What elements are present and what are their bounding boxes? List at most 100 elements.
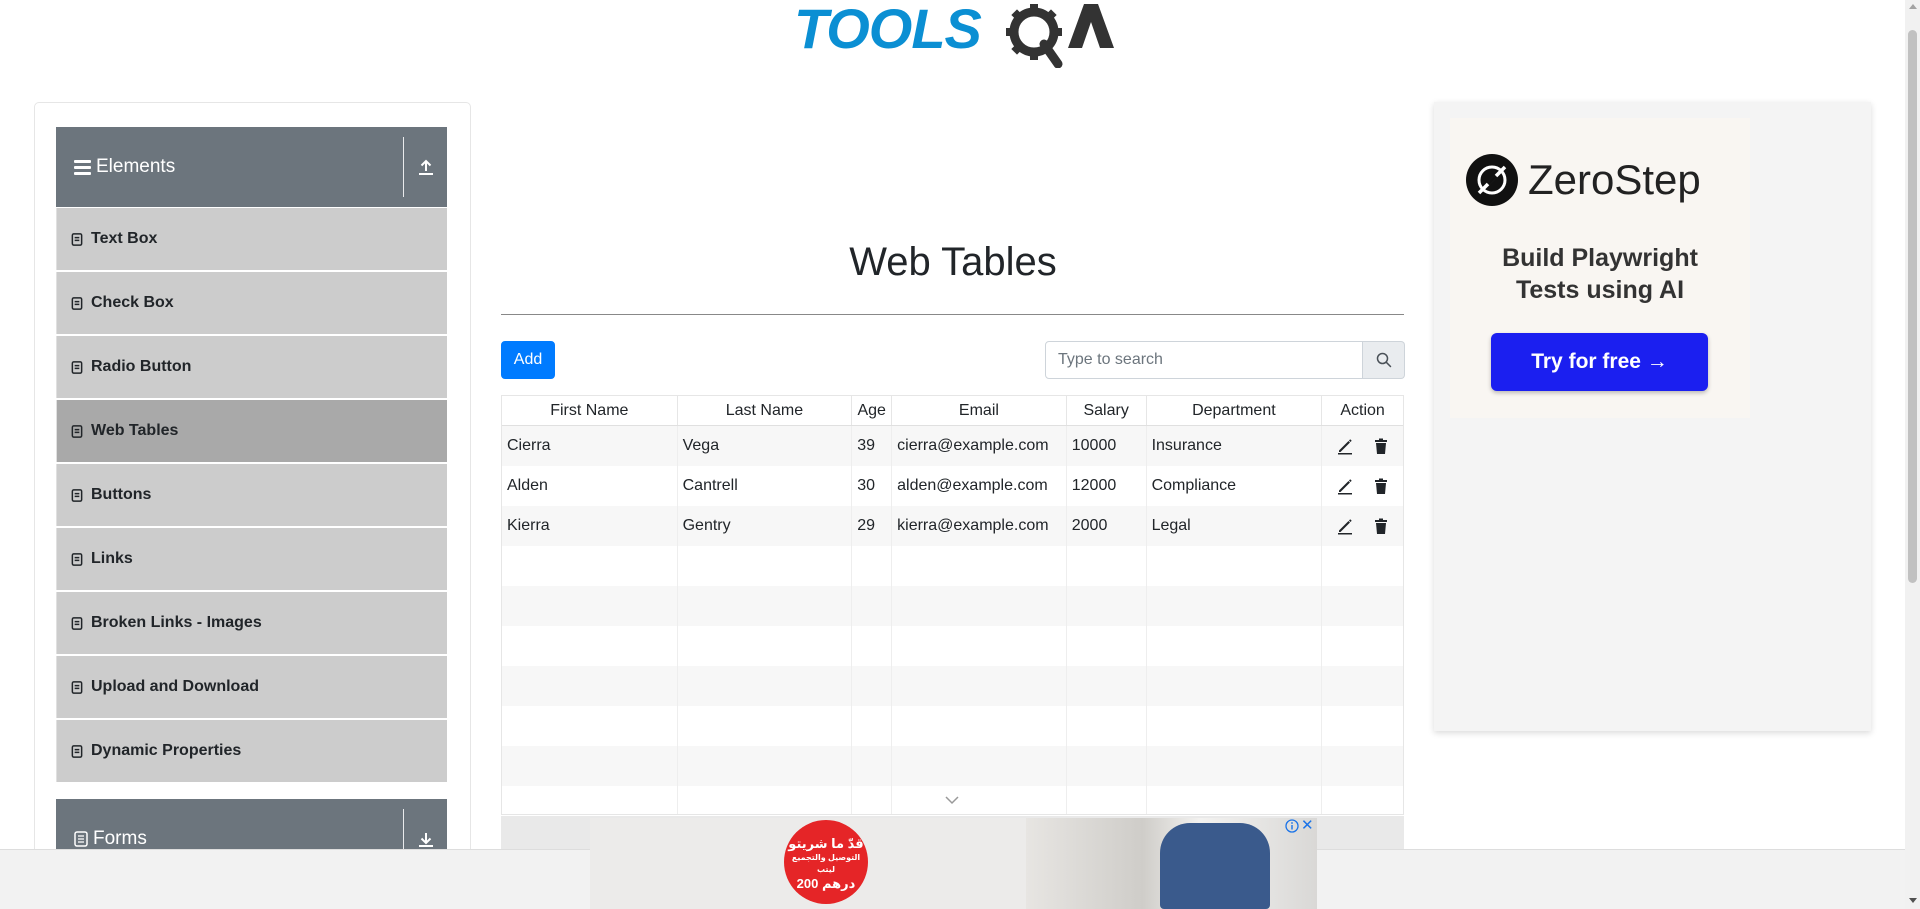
zerostep-logo-icon — [1466, 154, 1518, 206]
search-input[interactable] — [1045, 341, 1363, 379]
menu-item-label: Links — [91, 550, 133, 567]
ad-tagline-line: Build Playwright — [1502, 244, 1698, 272]
table-row: Kierra Gentry 29 kierra@example.com 2000… — [502, 506, 1403, 546]
cell-email: kierra@example.com — [892, 506, 1067, 546]
menu-item-text-box[interactable]: Text Box — [56, 208, 447, 270]
table-header: First Name Last Name Age Email Salary De… — [502, 396, 1403, 426]
menu-item-label: Dynamic Properties — [91, 742, 242, 759]
empty-row — [502, 706, 1403, 746]
empty-row — [502, 586, 1403, 626]
column-header[interactable]: Last Name — [678, 396, 853, 425]
menu-item-upload-download[interactable]: Upload and Download — [56, 656, 447, 718]
web-table: First Name Last Name Age Email Salary De… — [501, 395, 1404, 815]
scroll-down-arrow-icon[interactable] — [1909, 898, 1917, 903]
column-header: Action — [1340, 401, 1385, 419]
empty-row — [502, 746, 1403, 786]
column-header[interactable]: Email — [892, 396, 1067, 425]
zerostep-ad[interactable]: ZeroStep Build Playwright Tests using AI… — [1450, 118, 1750, 418]
menu-item-label: Broken Links - Images — [91, 614, 262, 631]
hamburger-icon — [74, 159, 91, 175]
scrollbar-thumb[interactable] — [1908, 30, 1917, 583]
page-scrollbar[interactable] — [1905, 0, 1920, 909]
close-icon[interactable]: ✕ — [1301, 818, 1315, 834]
left-panel: Elements Text Box Check Box Radio Button… — [34, 102, 471, 862]
trash-icon[interactable] — [1372, 437, 1390, 455]
document-icon — [74, 831, 88, 847]
cell-email: cierra@example.com — [892, 426, 1067, 466]
list-icon — [71, 360, 83, 374]
list-icon — [71, 680, 83, 694]
menu-item-links[interactable]: Links — [56, 528, 447, 590]
cell-department: Legal — [1147, 506, 1323, 546]
menu-item-web-tables[interactable]: Web Tables — [56, 400, 447, 462]
cell-action — [1322, 506, 1403, 546]
try-for-free-button[interactable]: Try for free → — [1491, 333, 1708, 391]
advertisement-right[interactable]: ZeroStep Build Playwright Tests using AI… — [1434, 102, 1871, 731]
ad-tagline-line: Tests using AI — [1515, 276, 1685, 304]
empty-row — [502, 626, 1403, 666]
group-header-elements[interactable]: Elements — [56, 127, 447, 207]
page-title: Web Tables — [849, 240, 1057, 284]
table-body: Cierra Vega 39 cierra@example.com 10000 … — [502, 426, 1403, 814]
cell-last-name: Cantrell — [678, 466, 853, 506]
ad-worker-image — [1160, 823, 1270, 909]
search-icon — [1376, 352, 1391, 368]
group-title: Forms — [93, 828, 147, 849]
cell-age: 29 — [852, 506, 893, 546]
list-icon — [71, 232, 83, 246]
menu-item-label: Web Tables — [91, 422, 179, 439]
pencil-icon[interactable] — [1336, 517, 1354, 535]
menu-item-label: Text Box — [91, 230, 158, 247]
ad-brand: ZeroStep — [1528, 156, 1701, 203]
search-button[interactable] — [1363, 341, 1405, 379]
menu-item-buttons[interactable]: Buttons — [56, 464, 447, 526]
scroll-up-arrow-icon[interactable] — [1909, 4, 1917, 9]
download-icon[interactable] — [414, 827, 438, 851]
cell-salary: 10000 — [1067, 426, 1147, 466]
list-icon — [71, 616, 83, 630]
list-icon — [71, 552, 83, 566]
list-icon — [71, 744, 83, 758]
cell-first-name: Alden — [502, 466, 678, 506]
ad-offer-badge: قدّ ما شريتو التوصيل والتجميع ليتب 200 د… — [784, 820, 868, 904]
cell-email: alden@example.com — [892, 466, 1067, 506]
pencil-icon[interactable] — [1336, 477, 1354, 495]
element-menu: Text Box Check Box Radio Button Web Tabl… — [56, 208, 447, 784]
menu-item-check-box[interactable]: Check Box — [56, 272, 447, 334]
chevron-down-icon[interactable] — [945, 795, 959, 805]
trash-icon[interactable] — [1372, 517, 1390, 535]
advertisement-bottom[interactable]: قدّ ما شريتو التوصيل والتجميع ليتب 200 د… — [590, 818, 1317, 909]
list-icon — [71, 488, 83, 502]
menu-item-broken-links[interactable]: Broken Links - Images — [56, 592, 447, 654]
column-header[interactable]: First Name — [502, 396, 678, 425]
pencil-icon[interactable] — [1336, 437, 1354, 455]
upload-icon[interactable] — [414, 155, 438, 179]
info-icon[interactable] — [1285, 819, 1299, 833]
list-icon — [71, 424, 83, 438]
empty-row — [502, 666, 1403, 706]
ad-offer-text: قدّ ما شريتو — [788, 836, 864, 851]
list-icon — [71, 296, 83, 310]
ad-tagline: Build Playwright Tests using AI — [1450, 242, 1750, 306]
cell-department: Insurance — [1147, 426, 1323, 466]
cell-department: Compliance — [1147, 466, 1323, 506]
toolsqa-logo[interactable]: TOOLS — [794, 0, 1116, 69]
menu-item-radio-button[interactable]: Radio Button — [56, 336, 447, 398]
trash-icon[interactable] — [1372, 477, 1390, 495]
table-row: Cierra Vega 39 cierra@example.com 10000 … — [502, 426, 1403, 466]
header-divider — [403, 137, 404, 197]
add-record-button[interactable]: Add — [501, 341, 555, 379]
column-header[interactable]: Department — [1147, 396, 1323, 425]
ad-offer-text: التوصيل والتجميع ليتب — [791, 853, 861, 874]
column-header[interactable]: Age — [852, 396, 893, 425]
menu-item-dynamic-properties[interactable]: Dynamic Properties — [56, 720, 447, 782]
menu-item-label: Check Box — [91, 294, 174, 311]
svg-text:TOOLS: TOOLS — [794, 0, 982, 60]
column-header[interactable]: Salary — [1067, 396, 1147, 425]
search-box — [1045, 341, 1405, 379]
cell-salary: 2000 — [1067, 506, 1147, 546]
cell-last-name: Gentry — [678, 506, 853, 546]
cell-salary: 12000 — [1067, 466, 1147, 506]
empty-row — [502, 546, 1403, 586]
cell-age: 39 — [852, 426, 893, 466]
